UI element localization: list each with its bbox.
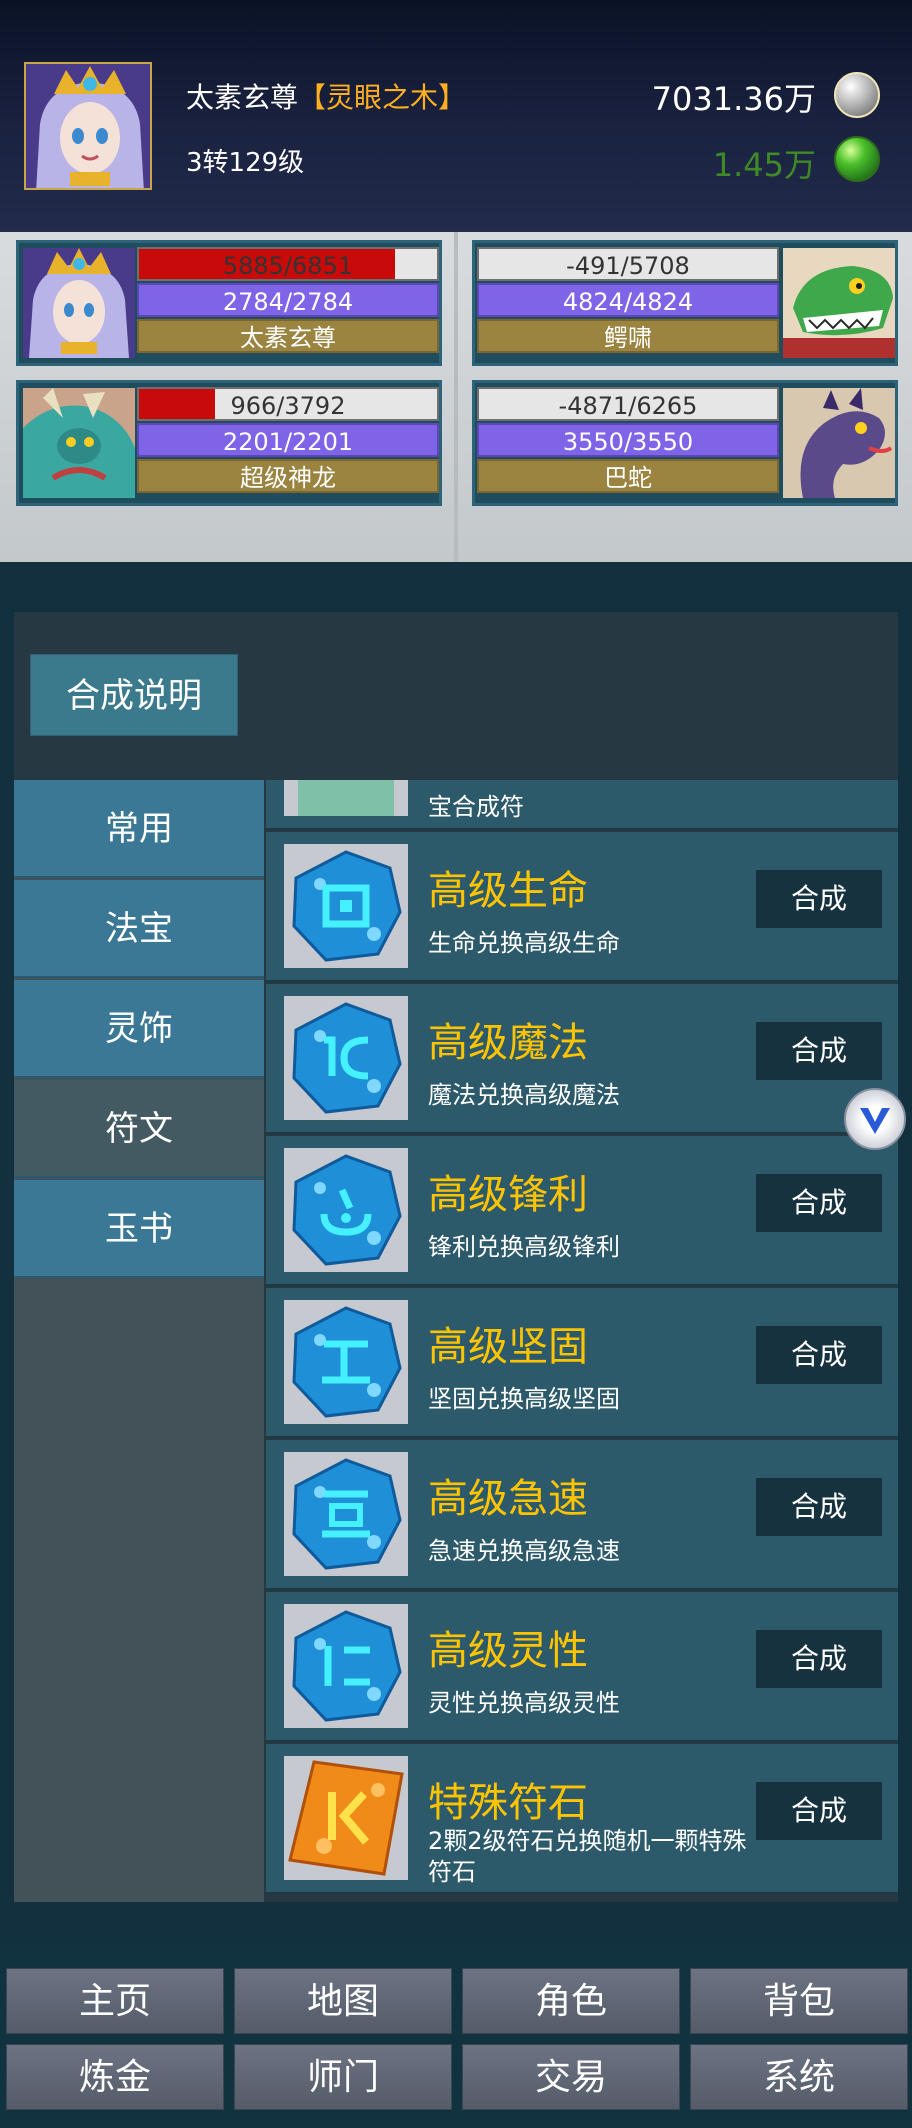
synthesize-button[interactable]: 合成 — [756, 1326, 882, 1384]
nav-character[interactable]: 角色 — [462, 1968, 680, 2034]
enemy-unit-card[interactable]: -491/5708 4824/4824 鳄啸 — [472, 240, 898, 366]
hp-bar: -491/5708 — [477, 247, 779, 281]
synthesis-help-button[interactable]: 合成说明 — [30, 654, 238, 736]
blue-rune-icon — [284, 1452, 408, 1576]
silver-amount: 7031.36万 — [651, 80, 816, 118]
battle-panel: 5885/6851 2784/2784 太素玄尊 966/3792 2201/2… — [0, 232, 912, 562]
crocodile-portrait — [783, 248, 895, 358]
recipe-title: 高级急速 — [428, 1476, 588, 1522]
blue-rune-icon — [284, 1604, 408, 1728]
recipe-desc: 魔法兑换高级魔法 — [428, 1081, 620, 1109]
goddess-portrait — [23, 248, 135, 358]
hp-text: -4871/6265 — [558, 392, 698, 420]
bottom-nav: 主页 地图 角色 背包 炼金 师门 交易 系统 — [0, 1942, 912, 2128]
floating-v-badge-icon[interactable] — [844, 1088, 906, 1150]
player-name-row: 太素玄尊【灵眼之木】 — [186, 76, 466, 116]
recipe-list[interactable]: 宝合成符 高级生命 生命兑换高级生命 合成 高级魔法 魔法兑换高级魔法 合成 高… — [266, 780, 898, 1902]
synthesize-button[interactable]: 合成 — [756, 1174, 882, 1232]
nav-sect[interactable]: 师门 — [234, 2044, 452, 2110]
ally-unit-card[interactable]: 966/3792 2201/2201 超级神龙 — [16, 380, 442, 506]
category-sidebar: 常用 法宝 灵饰 符文 玉书 — [14, 780, 264, 1902]
ally-unit-card[interactable]: 5885/6851 2784/2784 太素玄尊 — [16, 240, 442, 366]
enemy-side: -491/5708 4824/4824 鳄啸 -4871/6265 3550/3… — [458, 232, 912, 562]
hp-bar: -4871/6265 — [477, 387, 779, 421]
recipe-desc: 锋利兑换高级锋利 — [428, 1233, 620, 1261]
mp-bar: 2784/2784 — [137, 283, 439, 317]
synthesize-button[interactable]: 合成 — [756, 870, 882, 928]
nav-map[interactable]: 地图 — [234, 1968, 452, 2034]
recipe-desc: 宝合成符 — [428, 793, 524, 821]
hp-bar: 966/3792 — [137, 387, 439, 421]
enemy-unit-card[interactable]: -4871/6265 3550/3550 巴蛇 — [472, 380, 898, 506]
recipe-row: 高级坚固 坚固兑换高级坚固 合成 — [266, 1288, 898, 1438]
blue-rune-icon — [284, 1148, 408, 1272]
nav-system[interactable]: 系统 — [690, 2044, 908, 2110]
unit-name: 太素玄尊 — [137, 319, 439, 353]
nav-home[interactable]: 主页 — [6, 1968, 224, 2034]
jade-talisman-icon — [284, 780, 408, 816]
blue-rune-icon — [284, 844, 408, 968]
silver-orb-icon — [834, 72, 880, 118]
mp-bar: 3550/3550 — [477, 423, 779, 457]
hp-text: -491/5708 — [566, 252, 690, 280]
unit-name: 超级神龙 — [137, 459, 439, 493]
recipe-title: 特殊符石 — [428, 1780, 588, 1826]
blue-rune-icon — [284, 1300, 408, 1424]
recipe-title: 高级灵性 — [428, 1628, 588, 1674]
recipe-desc: 灵性兑换高级灵性 — [428, 1689, 620, 1717]
recipe-title: 高级生命 — [428, 868, 588, 914]
player-title: 【灵眼之木】 — [298, 81, 467, 114]
synthesize-button[interactable]: 合成 — [756, 1022, 882, 1080]
jade-amount: 1.45万 — [712, 146, 816, 184]
recipe-row: 高级急速 急速兑换高级急速 合成 — [266, 1440, 898, 1590]
tab-treasure[interactable]: 法宝 — [14, 880, 264, 978]
orange-rune-icon — [284, 1756, 408, 1880]
recipe-desc: 急速兑换高级急速 — [428, 1537, 620, 1565]
dragon-portrait — [23, 388, 135, 498]
ally-side: 5885/6851 2784/2784 太素玄尊 966/3792 2201/2… — [0, 232, 454, 562]
serpent-portrait — [783, 388, 895, 498]
nav-trade[interactable]: 交易 — [462, 2044, 680, 2110]
recipe-row: 高级锋利 锋利兑换高级锋利 合成 — [266, 1136, 898, 1286]
recipe-row: 宝合成符 — [266, 780, 898, 830]
recipe-desc: 生命兑换高级生命 — [428, 929, 620, 957]
unit-name: 鳄啸 — [477, 319, 779, 353]
tab-jade-book[interactable]: 玉书 — [14, 1180, 264, 1278]
recipe-row: 高级魔法 魔法兑换高级魔法 合成 — [266, 984, 898, 1134]
player-avatar[interactable] — [24, 62, 152, 190]
recipe-title: 高级坚固 — [428, 1324, 588, 1370]
recipe-title: 高级锋利 — [428, 1172, 588, 1218]
hp-fill — [139, 389, 215, 419]
tab-rune[interactable]: 符文 — [14, 1080, 264, 1178]
recipe-desc: 坚固兑换高级坚固 — [428, 1385, 620, 1413]
recipe-title: 高级魔法 — [428, 1020, 588, 1066]
hp-text: 966/3792 — [230, 392, 346, 420]
recipe-row: 高级生命 生命兑换高级生命 合成 — [266, 832, 898, 982]
unit-name: 巴蛇 — [477, 459, 779, 493]
player-level: 3转129级 — [186, 148, 305, 178]
mp-bar: 2201/2201 — [137, 423, 439, 457]
recipe-row: 高级灵性 灵性兑换高级灵性 合成 — [266, 1592, 898, 1742]
hp-bar: 5885/6851 — [137, 247, 439, 281]
mp-bar: 4824/4824 — [477, 283, 779, 317]
jade-orb-icon — [834, 136, 880, 182]
tab-common[interactable]: 常用 — [14, 780, 264, 878]
nav-backpack[interactable]: 背包 — [690, 1968, 908, 2034]
recipe-row: 特殊符石 2颗2级符石兑换随机一颗特殊符石 合成 — [266, 1744, 898, 1894]
nav-alchemy[interactable]: 炼金 — [6, 2044, 224, 2110]
blue-rune-icon — [284, 996, 408, 1120]
synthesize-button[interactable]: 合成 — [756, 1630, 882, 1688]
player-name: 太素玄尊 — [186, 81, 299, 114]
player-header: 太素玄尊【灵眼之木】 3转129级 7031.36万 1.45万 — [0, 0, 912, 232]
hp-text: 5885/6851 — [222, 252, 354, 280]
tab-accessory[interactable]: 灵饰 — [14, 980, 264, 1078]
synthesize-button[interactable]: 合成 — [756, 1782, 882, 1840]
recipe-desc: 2颗2级符石兑换随机一颗特殊符石 — [428, 1827, 747, 1886]
synthesize-button[interactable]: 合成 — [756, 1478, 882, 1536]
